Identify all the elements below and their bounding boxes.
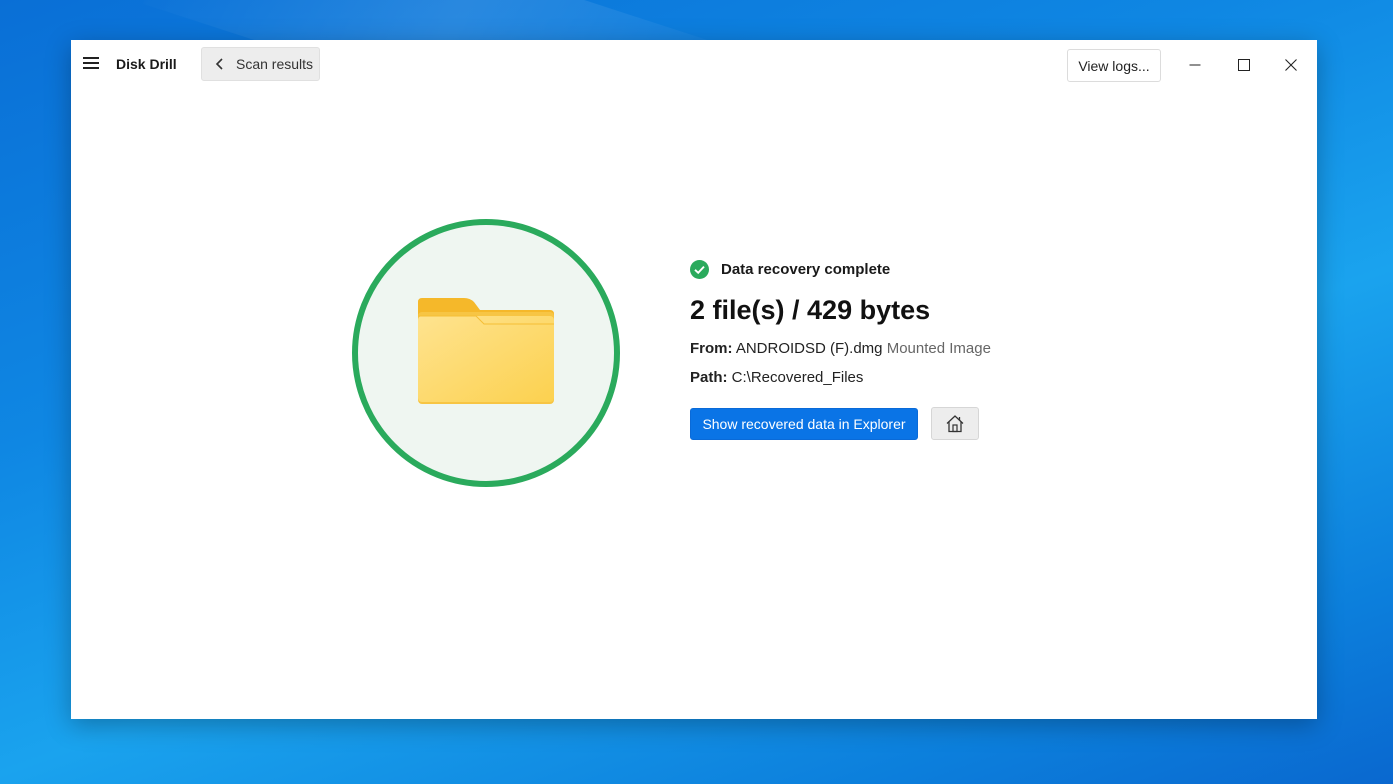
actions-row: Show recovered data in Explorer — [690, 407, 991, 440]
app-title: Disk Drill — [116, 56, 177, 72]
recovery-info: Data recovery complete 2 file(s) / 429 b… — [690, 259, 991, 440]
folder-icon — [418, 298, 554, 404]
scan-results-back-button[interactable]: Scan results — [201, 47, 320, 81]
back-button-label: Scan results — [236, 56, 314, 72]
source-type: Mounted Image — [886, 340, 991, 357]
close-button[interactable] — [1268, 48, 1314, 82]
show-in-explorer-button[interactable]: Show recovered data in Explorer — [690, 407, 918, 440]
app-window: Disk Drill Scan results View logs... Dat… — [71, 40, 1317, 719]
home-button[interactable] — [931, 407, 979, 440]
title-bar: Disk Drill Scan results View logs... — [71, 40, 1317, 90]
hamburger-menu-icon[interactable] — [83, 56, 99, 70]
source-line: From: ANDROIDSD (F).dmg Mounted Image — [690, 339, 991, 359]
view-logs-button[interactable]: View logs... — [1067, 49, 1161, 82]
from-label: From: — [690, 340, 733, 357]
path-value: C:\Recovered_Files — [731, 369, 864, 386]
chevron-left-icon — [215, 58, 223, 70]
check-circle-icon — [690, 259, 709, 279]
home-icon — [946, 415, 964, 433]
maximize-icon — [1238, 59, 1250, 71]
status-text: Data recovery complete — [721, 260, 891, 278]
recovery-summary: 2 file(s) / 429 bytes — [690, 295, 931, 325]
minimize-icon — [1189, 64, 1201, 66]
minimize-button[interactable] — [1172, 48, 1218, 82]
path-line: Path: C:\Recovered_Files — [690, 368, 991, 388]
source-name: ANDROIDSD (F).dmg — [735, 340, 883, 357]
path-label: Path: — [690, 369, 728, 386]
status-line: Data recovery complete — [690, 259, 991, 279]
close-icon — [1285, 59, 1297, 71]
maximize-button[interactable] — [1221, 48, 1267, 82]
